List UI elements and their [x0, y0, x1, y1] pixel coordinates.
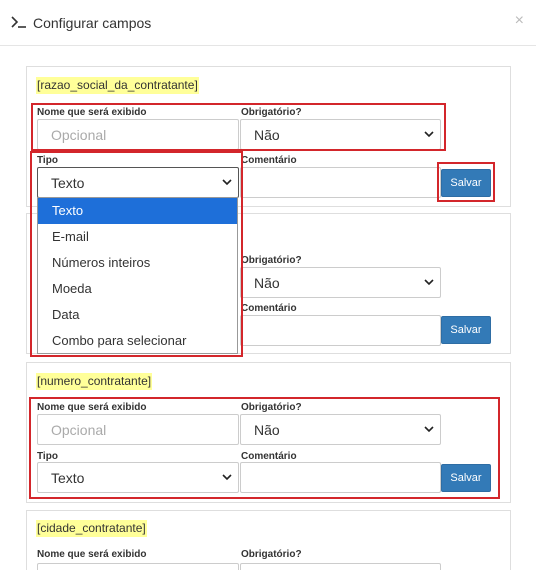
modal-title: Configurar campos	[33, 15, 152, 31]
field-card-4: [cidade_contratante] Nome que será exibi…	[26, 510, 511, 570]
dropdown-option[interactable]: Moeda	[38, 276, 237, 302]
tipo-label: Tipo	[37, 451, 58, 462]
chevron-down-icon	[424, 131, 434, 138]
field-tag: [razao_social_da_contratante]	[36, 77, 199, 94]
dropdown-option[interactable]: Texto	[38, 198, 237, 224]
terminal-icon	[11, 16, 26, 28]
field-card-1: [razao_social_da_contratante] Nome que s…	[26, 66, 511, 207]
obrigatorio-select[interactable]: Não	[240, 119, 441, 150]
field-tag: [cidade_contratante]	[36, 520, 147, 537]
obrigatorio-select[interactable]: Não	[240, 414, 441, 445]
nome-label: Nome que será exibido	[37, 549, 147, 560]
nome-label: Nome que será exibido	[37, 107, 147, 118]
dropdown-option[interactable]: Combo para selecionar	[38, 328, 237, 354]
obrigatorio-select[interactable]	[240, 563, 441, 570]
tipo-label: Tipo	[37, 155, 58, 166]
dropdown-option[interactable]: Data	[38, 302, 237, 328]
obrigatorio-select[interactable]: Não	[240, 267, 441, 298]
obrigatorio-label: Obrigatório?	[241, 255, 302, 266]
salvar-button[interactable]: Salvar	[441, 464, 491, 492]
select-value: Não	[254, 421, 280, 438]
comentario-input[interactable]	[240, 462, 441, 493]
tipo-select[interactable]: Texto	[37, 462, 239, 493]
nome-input[interactable]: Opcional	[37, 119, 239, 150]
dropdown-option[interactable]: E-mail	[38, 224, 237, 250]
chevron-down-icon	[424, 426, 434, 433]
obrigatorio-label: Obrigatório?	[241, 549, 302, 560]
modal-header: Configurar campos ×	[0, 0, 536, 46]
chevron-down-icon	[222, 179, 232, 186]
select-value: Não	[254, 274, 280, 291]
tipo-select[interactable]: Texto	[37, 167, 239, 198]
comentario-label: Comentário	[241, 155, 297, 166]
chevron-down-icon	[424, 279, 434, 286]
obrigatorio-label: Obrigatório?	[241, 402, 302, 413]
select-value: Texto	[51, 469, 85, 486]
nome-input[interactable]	[37, 563, 239, 570]
select-value: Texto	[51, 174, 85, 191]
select-value: Não	[254, 126, 280, 143]
tipo-dropdown-list: Texto E-mail Números inteiros Moeda Data…	[37, 197, 238, 354]
obrigatorio-label: Obrigatório?	[241, 107, 302, 118]
nome-label: Nome que será exibido	[37, 402, 147, 413]
comentario-label: Comentário	[241, 303, 297, 314]
dropdown-option[interactable]: Números inteiros	[38, 250, 237, 276]
field-card-3: [numero_contratante] Nome que será exibi…	[26, 362, 511, 503]
field-tag: [numero_contratante]	[36, 373, 153, 390]
salvar-button[interactable]: Salvar	[441, 169, 491, 197]
nome-input[interactable]: Opcional	[37, 414, 239, 445]
chevron-down-icon	[222, 474, 232, 481]
comentario-label: Comentário	[241, 451, 297, 462]
comentario-input[interactable]	[240, 167, 441, 198]
salvar-button[interactable]: Salvar	[441, 316, 491, 344]
comentario-input[interactable]	[240, 315, 441, 346]
close-icon[interactable]: ×	[515, 12, 524, 30]
